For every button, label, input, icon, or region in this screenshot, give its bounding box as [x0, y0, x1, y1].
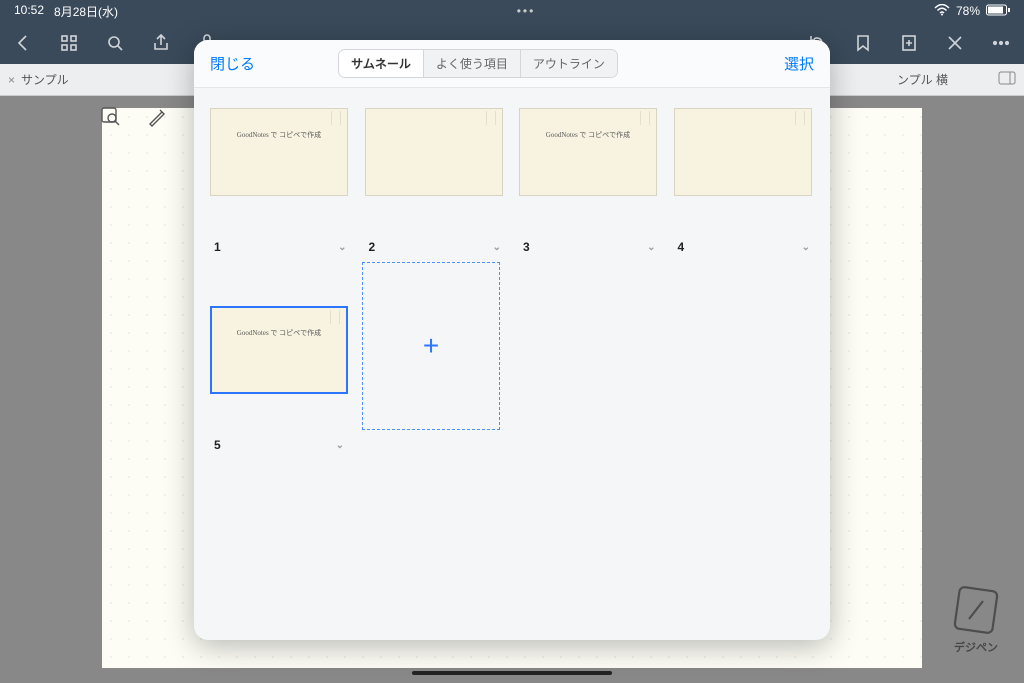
page-thumb-1[interactable]: GoodNotes で コピペで作成 1⌄: [210, 108, 351, 256]
page-num: 1: [214, 240, 221, 254]
page-num: 5: [214, 438, 221, 452]
battery-icon: [986, 4, 1010, 19]
more-button[interactable]: [988, 30, 1014, 56]
battery-pct: 78%: [956, 4, 980, 18]
grid-button[interactable]: [56, 30, 82, 56]
page-thumb-5[interactable]: GoodNotes で コピペで作成 5⌄: [210, 306, 348, 454]
segmented-control: サムネール よく使う項目 アウトライン: [338, 49, 618, 78]
chevron-down-icon[interactable]: ⌄: [802, 242, 810, 253]
plus-icon: +: [423, 330, 439, 362]
search-button[interactable]: [102, 30, 128, 56]
wifi-icon: [934, 4, 950, 19]
modal-header: 閉じる サムネール よく使う項目 アウトライン 選択: [194, 40, 830, 88]
back-button[interactable]: [10, 30, 36, 56]
page-num: 4: [678, 240, 685, 254]
chevron-down-icon[interactable]: ⌄: [493, 242, 501, 253]
zoom-tool-icon[interactable]: [100, 106, 122, 128]
share-button[interactable]: [148, 30, 174, 56]
page-thumb-2[interactable]: 2⌄: [365, 108, 506, 256]
watermark-label: デジペン: [954, 639, 998, 655]
bookmark-button[interactable]: [850, 30, 876, 56]
close-button[interactable]: [942, 30, 968, 56]
modal-close-link[interactable]: 閉じる: [210, 53, 255, 74]
home-indicator[interactable]: [412, 671, 612, 675]
chevron-down-icon[interactable]: ⌄: [338, 242, 346, 253]
panel-icon[interactable]: [998, 71, 1016, 88]
status-center-dots: •••: [118, 4, 934, 18]
status-bar: 10:52 8月28日(水) ••• 78%: [0, 0, 1024, 22]
page-thumb-3[interactable]: GoodNotes で コピペで作成 3⌄: [519, 108, 660, 256]
page-num: 2: [369, 240, 376, 254]
status-date: 8月28日(水): [54, 3, 118, 20]
chevron-down-icon[interactable]: ⌄: [336, 440, 344, 451]
modal-body: GoodNotes で コピペで作成 1⌄ 2⌄ GoodNotes で コピペ…: [194, 88, 830, 474]
watermark: デジペン: [944, 583, 1008, 659]
page-num: 3: [523, 240, 530, 254]
chevron-down-icon[interactable]: ⌄: [647, 242, 655, 253]
segment-favorites[interactable]: よく使う項目: [423, 50, 520, 77]
add-page-tile[interactable]: +: [362, 262, 500, 430]
thumbnails-modal: 閉じる サムネール よく使う項目 アウトライン 選択 GoodNotes で コ…: [194, 40, 830, 640]
status-time: 10:52: [14, 3, 44, 20]
page-thumb-4[interactable]: 4⌄: [674, 108, 815, 256]
add-page-button[interactable]: [896, 30, 922, 56]
tab-label-left[interactable]: サンプル: [21, 71, 69, 88]
segment-thumbnails[interactable]: サムネール: [339, 50, 423, 77]
pen-tool-icon[interactable]: [146, 106, 168, 128]
tab-label-right[interactable]: ンプル 横: [897, 71, 948, 88]
modal-select-link[interactable]: 選択: [784, 53, 814, 74]
segment-outline[interactable]: アウトライン: [520, 50, 617, 77]
tab-close-icon[interactable]: ×: [8, 73, 15, 87]
